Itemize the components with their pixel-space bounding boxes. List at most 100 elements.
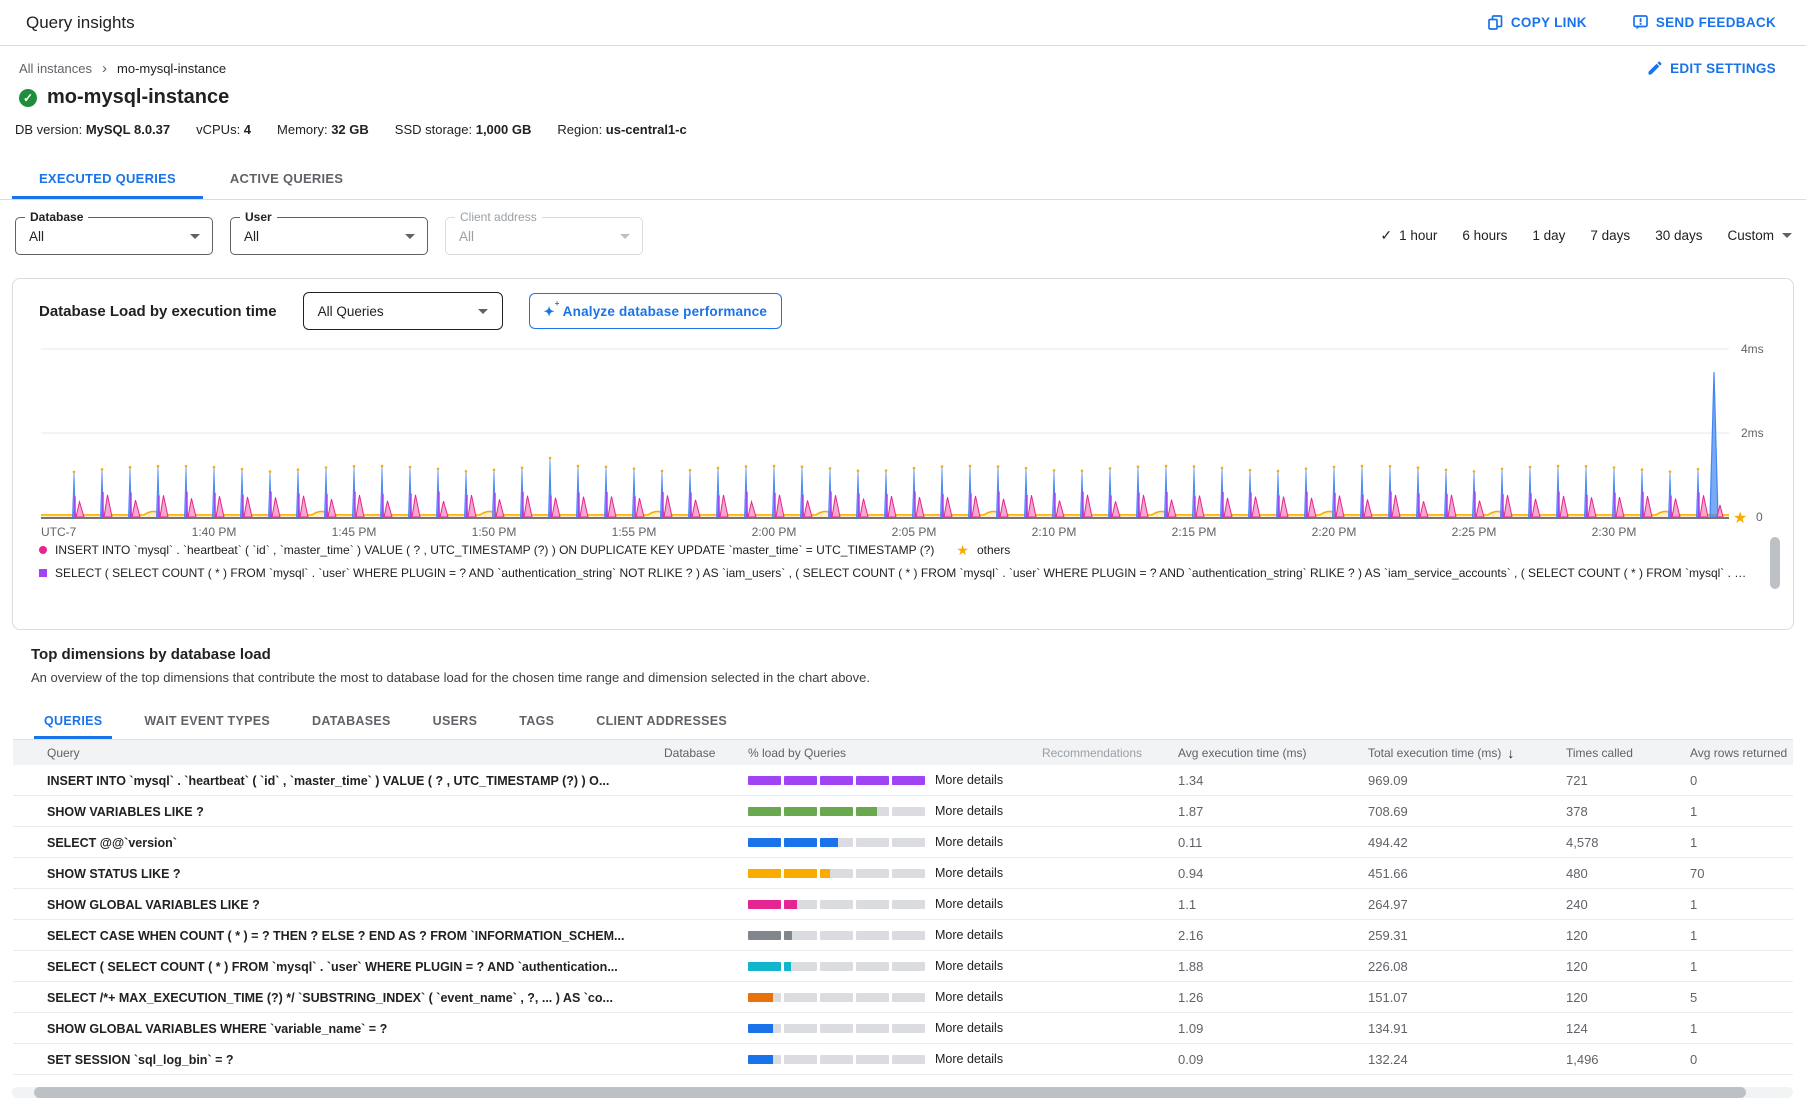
database-load-card: Database Load by execution time All Quer… <box>12 278 1794 630</box>
dimension-tab-tags[interactable]: TAGS <box>509 705 564 739</box>
dimension-tab-users[interactable]: USERS <box>423 705 488 739</box>
column-header-times[interactable]: Times called <box>1566 746 1690 760</box>
svg-text:2:00 PM: 2:00 PM <box>752 525 797 539</box>
app-header: Query insights COPY LINK SEND FEEDBACK <box>0 0 1806 46</box>
query-text[interactable]: SHOW GLOBAL VARIABLES WHERE `variable_na… <box>47 1022 387 1036</box>
dimension-tab-databases[interactable]: DATABASES <box>302 705 401 739</box>
load-bar-segment <box>748 900 781 909</box>
load-bar-segment <box>892 807 925 816</box>
copy-link-button[interactable]: COPY LINK <box>1482 14 1593 31</box>
edit-settings-button[interactable]: EDIT SETTINGS <box>1641 60 1782 77</box>
time-option-1-hour[interactable]: ✓1 hour <box>1380 227 1437 244</box>
query-cell: SELECT ( SELECT COUNT ( * ) FROM `mysql`… <box>13 959 664 974</box>
sort-desc-icon[interactable]: ↓ <box>1507 745 1514 761</box>
tab-active-queries[interactable]: ACTIVE QUERIES <box>203 161 370 199</box>
dimension-tab-client-addresses[interactable]: CLIENT ADDRESSES <box>586 705 737 739</box>
column-header-recommendations[interactable]: Recommendations <box>1038 746 1178 760</box>
more-details-link[interactable]: More details <box>935 1052 1003 1066</box>
load-bar-segment <box>784 931 817 940</box>
legend-row: INSERT INTO `mysql` . `heartbeat` ( `id`… <box>39 543 1747 557</box>
column-header-avg[interactable]: Avg execution time (ms) <box>1178 746 1368 760</box>
load-bar-fill <box>892 776 925 785</box>
time-option-1-day[interactable]: 1 day <box>1532 228 1565 243</box>
legend-label: others <box>977 543 1010 557</box>
load-bar-segment <box>820 838 853 847</box>
query-text[interactable]: INSERT INTO `mysql` . `heartbeat` ( `id`… <box>47 774 609 788</box>
column-header-query[interactable]: Query <box>13 746 664 760</box>
load-bar <box>748 931 925 940</box>
query-text[interactable]: SHOW GLOBAL VARIABLES LIKE ? <box>47 898 260 912</box>
column-header-label: Total execution time (ms) <box>1368 746 1501 760</box>
load-bar-segment <box>892 931 925 940</box>
query-text[interactable]: SELECT /*+ MAX_EXECUTION_TIME (?) */ `SU… <box>47 991 613 1005</box>
query-text[interactable]: SHOW VARIABLES LIKE ? <box>47 805 204 819</box>
tab-executed-queries[interactable]: EXECUTED QUERIES <box>12 161 203 199</box>
more-details-link[interactable]: More details <box>935 866 1003 880</box>
load-bar-segment <box>820 869 853 878</box>
column-header-database[interactable]: Database <box>664 746 748 760</box>
chevron-down-icon <box>1782 233 1792 238</box>
load-bar-fill <box>784 776 817 785</box>
more-details-link[interactable]: More details <box>935 990 1003 1004</box>
query-text[interactable]: SHOW STATUS LIKE ? <box>47 867 181 881</box>
detail-value: 4 <box>244 122 251 137</box>
time-option-7-days[interactable]: 7 days <box>1590 228 1630 243</box>
more-details-link[interactable]: More details <box>935 897 1003 911</box>
avg-execution-time-cell: 0.11 <box>1178 835 1368 850</box>
load-bar-fill <box>748 776 781 785</box>
load-bar-segment <box>856 993 889 1002</box>
column-header-rows[interactable]: Avg rows returned <box>1690 746 1793 760</box>
horizontal-scrollbar-track <box>12 1087 1793 1098</box>
legend-square-marker <box>39 569 47 577</box>
svg-text:2:25 PM: 2:25 PM <box>1452 525 1497 539</box>
column-header-total[interactable]: Total execution time (ms) ↓ <box>1368 745 1566 761</box>
query-text[interactable]: SET SESSION `sql_log_bin` = ? <box>47 1053 234 1067</box>
load-bar-fill <box>748 993 773 1002</box>
load-bar <box>748 993 925 1002</box>
query-filter-select[interactable]: All Queries <box>303 292 503 330</box>
query-text[interactable]: SELECT CASE WHEN COUNT ( * ) = ? THEN ? … <box>47 929 624 943</box>
dimension-tab-wait-event-types[interactable]: WAIT EVENT TYPES <box>134 705 280 739</box>
breadcrumb-all-instances[interactable]: All instances <box>19 61 92 76</box>
load-bar-segment <box>892 838 925 847</box>
sparkle-icon: ✦ <box>544 305 555 318</box>
status-ok-icon: ✓ <box>19 89 37 107</box>
time-option-6-hours[interactable]: 6 hours <box>1462 228 1507 243</box>
feedback-icon <box>1633 15 1648 30</box>
load-bar-fill <box>748 931 781 940</box>
more-details-link[interactable]: More details <box>935 804 1003 818</box>
legend-item: ★others <box>956 543 1010 557</box>
time-option-label: 1 hour <box>1399 228 1437 243</box>
horizontal-scrollbar-thumb[interactable] <box>34 1087 1746 1098</box>
time-option-custom[interactable]: Custom <box>1727 228 1792 243</box>
more-details-link[interactable]: More details <box>935 835 1003 849</box>
load-bar-fill <box>748 838 781 847</box>
more-details-link[interactable]: More details <box>935 928 1003 942</box>
total-execution-time-cell: 264.97 <box>1368 897 1566 912</box>
load-bar-segment <box>892 869 925 878</box>
filter-user[interactable]: UserAll <box>230 217 428 255</box>
more-details-link[interactable]: More details <box>935 1021 1003 1035</box>
load-bar-segment <box>856 1024 889 1033</box>
load-bar-fill <box>784 962 791 971</box>
send-feedback-button[interactable]: SEND FEEDBACK <box>1627 14 1782 31</box>
load-bar-segment <box>748 869 781 878</box>
filter-database[interactable]: DatabaseAll <box>15 217 213 255</box>
analyze-database-performance-button[interactable]: ✦ Analyze database performance <box>529 293 783 329</box>
load-bar-segment <box>748 993 781 1002</box>
load-bar-segment <box>748 1024 781 1033</box>
custom-label: Custom <box>1727 228 1774 243</box>
load-bar-segment <box>820 776 853 785</box>
legend-scrollbar[interactable] <box>1770 537 1780 589</box>
column-header-load[interactable]: % load by Queries <box>748 746 1038 760</box>
avg-execution-time-cell: 0.09 <box>1178 1052 1368 1067</box>
query-text[interactable]: SELECT @@`version` <box>47 836 177 850</box>
more-details-link[interactable]: More details <box>935 773 1003 787</box>
times-called-cell: 124 <box>1566 1021 1690 1036</box>
detail-label: vCPUs: <box>196 122 244 137</box>
query-text[interactable]: SELECT ( SELECT COUNT ( * ) FROM `mysql`… <box>47 960 618 974</box>
load-bar <box>748 838 925 847</box>
dimension-tab-queries[interactable]: QUERIES <box>34 705 112 739</box>
more-details-link[interactable]: More details <box>935 959 1003 973</box>
time-option-30-days[interactable]: 30 days <box>1655 228 1702 243</box>
